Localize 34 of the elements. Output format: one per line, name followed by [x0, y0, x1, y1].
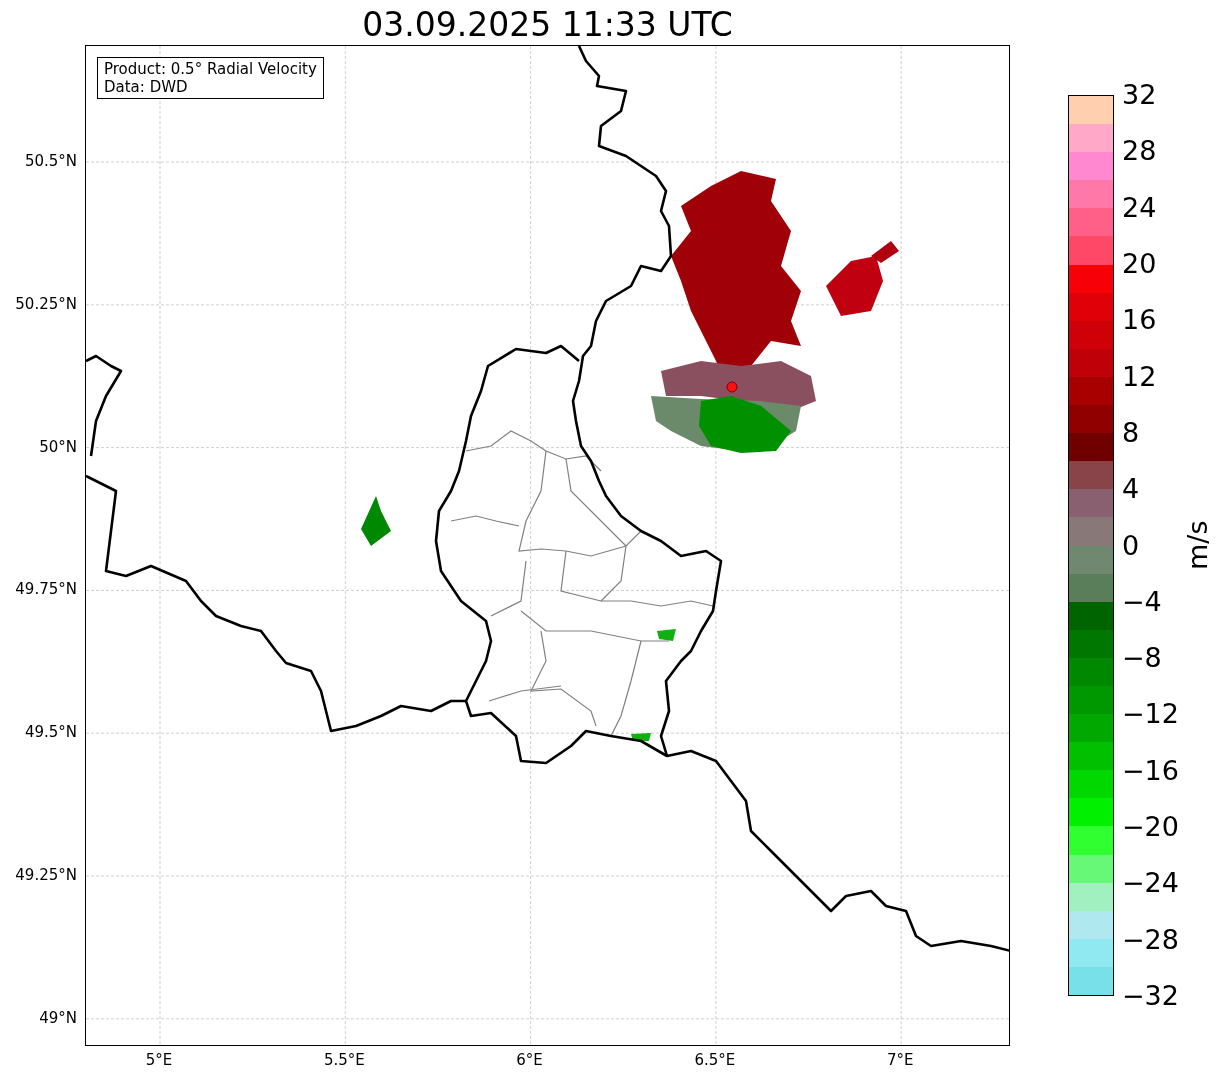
longitude-tick-label: 6.5°E [694, 1051, 736, 1069]
colorbar-tick-label: −8 [1122, 643, 1162, 674]
latitude-tick-label: 50.5°N [24, 152, 77, 170]
latitude-tick-label: 49°N [39, 1008, 77, 1027]
colorbar-tick-label: −28 [1122, 924, 1179, 955]
chart-title: 03.09.2025 11:33 UTC [362, 5, 733, 45]
colorbar-tick-label: 16 [1122, 305, 1157, 336]
radar-site-marker [726, 381, 738, 393]
colorbar-tick-label: 20 [1122, 248, 1157, 279]
colorbar-tick-label: −4 [1122, 586, 1162, 617]
colorbar-tick-label: 28 [1122, 136, 1157, 167]
colorbar-tick-label: 32 [1122, 80, 1157, 110]
colorbar-tick-label: 8 [1122, 417, 1140, 448]
colorbar-tick-label: −16 [1122, 755, 1179, 786]
longitude-tick-label: 5°E [145, 1051, 173, 1069]
colorbar-tick-label: 24 [1122, 192, 1157, 223]
longitude-tick-label: 6°E [516, 1051, 543, 1069]
colorbar-tick-label: −24 [1122, 868, 1179, 899]
colorbar-tick-label: −20 [1122, 812, 1179, 843]
colorbar-tick-label: 4 [1122, 474, 1140, 505]
colorbar-tick-label: −12 [1122, 699, 1179, 730]
legend-text: Data: DWD [104, 78, 189, 96]
latitude-tick-label: 49.75°N [15, 580, 77, 599]
latitude-tick-label: 50°N [39, 437, 77, 456]
latitude-tick-label: 49.25°N [15, 866, 77, 884]
colorbar-unit-label: m/s [1181, 520, 1215, 571]
longitude-tick-label: 7°E [886, 1051, 914, 1069]
longitude-tick-label: 5.5°E [323, 1051, 365, 1069]
legend-text: Product: 0.5° Radial Velocity [104, 60, 317, 78]
colorbar-tick-label: −32 [1122, 981, 1179, 1011]
colorbar-tick-label: 0 [1122, 530, 1140, 561]
colorbar-tick-label: 12 [1122, 361, 1157, 392]
latitude-tick-label: 49.5°N [24, 723, 77, 742]
latitude-tick-label: 50.25°N [15, 294, 77, 313]
